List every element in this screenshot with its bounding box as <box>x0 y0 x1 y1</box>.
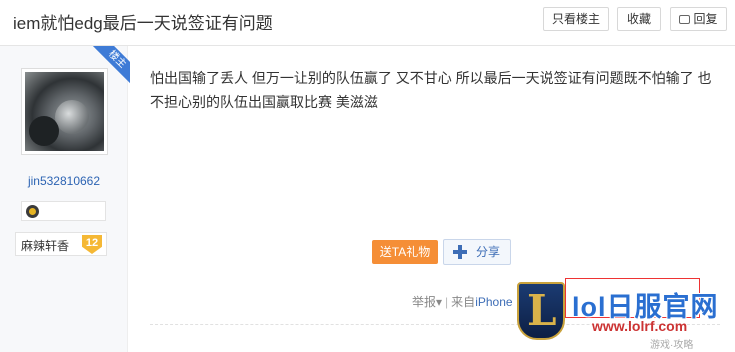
share-label: 分享 <box>476 245 501 259</box>
watermark-small: 游戏·攻略 <box>650 340 694 351</box>
post-content: 怕出国输了丢人 但万一让别的队伍赢了 又不甘心 所以最后一天说签证有问题既不怕输… <box>150 70 712 110</box>
device-link[interactable]: iPhone <box>475 295 512 309</box>
chevron-down-icon: ▾ <box>436 295 443 309</box>
reply-label: 回复 <box>693 12 718 26</box>
level-badge: 12 <box>82 235 102 254</box>
level-name: 麻辣轩香 <box>21 239 70 253</box>
meta-divider: | <box>445 295 449 309</box>
op-ribbon-label: 楼主 <box>92 46 130 84</box>
from-label: 来自 <box>451 295 476 309</box>
op-ribbon: 楼主 <box>90 46 130 86</box>
member-badge-box <box>21 201 106 221</box>
avatar-shadow <box>29 116 59 146</box>
plus-icon <box>453 245 467 259</box>
level-box[interactable]: 麻辣轩香 12 <box>15 232 107 256</box>
avatar-highlight <box>55 100 89 134</box>
thread-header: iem就怕edg最后一天说签证有问题 只看楼主 收藏 回复 <box>0 0 735 46</box>
author-sidebar: 楼主 jin532810662 麻辣轩香 12 <box>0 46 130 352</box>
reply-button[interactable]: 回复 <box>670 7 727 31</box>
watermark-logo: L <box>517 282 565 340</box>
send-gift-button[interactable]: 送TA礼物 <box>372 240 438 264</box>
post-page: iem就怕edg最后一天说签证有问题 只看楼主 收藏 回复 楼主 jin5328… <box>0 0 735 352</box>
member-badge-icon[interactable] <box>26 205 39 218</box>
only-op-button[interactable]: 只看楼主 <box>543 7 609 31</box>
favorite-button[interactable]: 收藏 <box>617 7 661 31</box>
share-button[interactable]: 分享 <box>443 239 511 265</box>
reply-icon <box>679 15 691 24</box>
post-meta: 举报▾ | 来自iPhone <box>412 293 513 310</box>
watermark-url: www.lolrf.com <box>592 318 688 334</box>
thread-title: iem就怕edg最后一天说签证有问题 <box>13 14 273 33</box>
author-username[interactable]: jin532810662 <box>0 174 128 188</box>
report-link[interactable]: 举报 <box>412 295 436 309</box>
